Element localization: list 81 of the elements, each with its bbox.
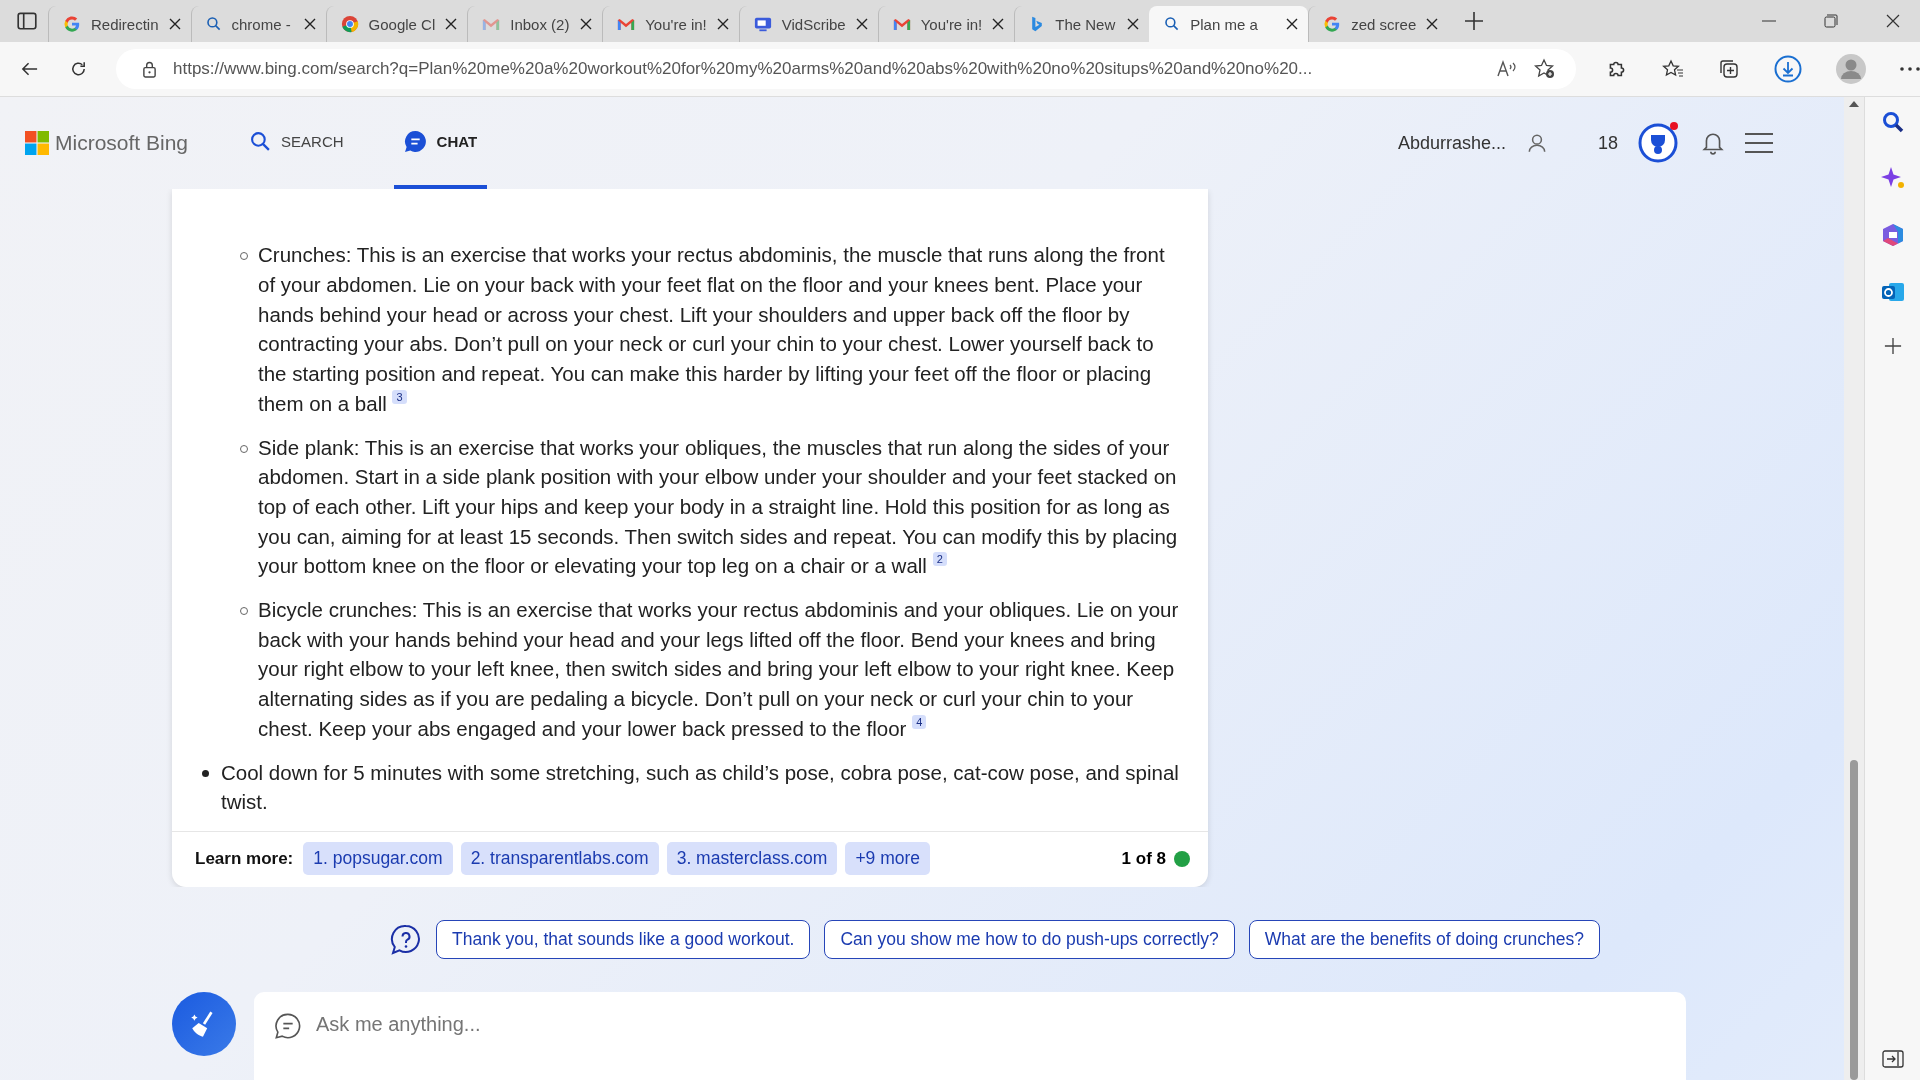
chat-bubble-icon <box>274 1012 302 1040</box>
close-icon[interactable] <box>855 18 868 30</box>
source-link[interactable]: 3. masterclass.com <box>666 842 838 875</box>
tab-title: The New <box>1055 15 1117 33</box>
user-name[interactable]: Abdurrashe... <box>1397 132 1506 154</box>
google-icon <box>1323 15 1342 33</box>
sparkle-icon[interactable] <box>1880 166 1905 190</box>
bing-logo[interactable]: Microsoft Bing <box>25 131 189 155</box>
tab-title: You're in! <box>645 15 707 33</box>
close-icon[interactable] <box>445 18 458 30</box>
browser-tab[interactable]: Plan me a <box>1149 6 1309 42</box>
tab-title: chrome - <box>231 15 292 33</box>
nav-tab[interactable]: SEARCH <box>240 97 354 189</box>
search-icon <box>1164 16 1181 32</box>
exercise-text: Bicycle crunches: This is an exercise that works your rectus abdominis and your obliques. Lie on your back with your hands behind your head and your legs lifted off the floor. Bend your knees and bring your right elbow to your left knee, then switch sides and bring your left elbow to your right knee. Keep alternating sides as if you are pedaling a bicycle. Don’t pull on your neck or curl your chin to your chest. Keep your abs engaged and your lower back pressed to the floor 4 <box>258 597 1180 742</box>
download-icon[interactable] <box>1774 55 1802 83</box>
tab-title: VidScribe <box>781 15 846 33</box>
tab-title: Plan me a <box>1190 15 1259 33</box>
close-icon[interactable] <box>1286 18 1299 30</box>
status-icon <box>1174 850 1190 867</box>
more-icon[interactable] <box>1900 67 1920 71</box>
chat-bubble-icon <box>403 129 427 153</box>
close-icon[interactable] <box>992 18 1005 30</box>
search-icon <box>205 16 222 32</box>
mail-icon <box>892 16 911 32</box>
bell-icon[interactable] <box>1702 131 1724 155</box>
mail-icon <box>482 16 501 32</box>
close-icon[interactable] <box>580 18 593 30</box>
tab-actions-icon[interactable] <box>16 10 38 32</box>
source-link[interactable]: 2. transparentlabs.com <box>460 842 659 875</box>
close-icon[interactable] <box>303 18 316 30</box>
scroll-up-icon[interactable] <box>1849 101 1859 107</box>
lock-icon <box>142 60 157 78</box>
menu-icon[interactable] <box>1744 132 1774 154</box>
close-icon[interactable] <box>1886 14 1900 28</box>
learn-more-label: Learn more: <box>195 848 294 869</box>
bullet-icon <box>202 769 209 777</box>
collections-icon[interactable] <box>1718 58 1740 80</box>
add-icon[interactable] <box>1883 337 1902 355</box>
office-icon[interactable] <box>1880 223 1905 247</box>
search-icon <box>250 130 272 152</box>
suggestion-chip[interactable]: Thank you, that sounds like a good workout. <box>436 920 811 959</box>
google-icon <box>63 15 81 33</box>
citation-link[interactable]: 3 <box>392 389 407 404</box>
tab-title: Google Cl <box>368 15 436 33</box>
source-link[interactable]: 1. popsugar.com <box>303 842 453 875</box>
sidebar-toggle-icon[interactable] <box>1881 1050 1904 1068</box>
search-icon[interactable] <box>1881 111 1904 133</box>
response-counter: 1 of 8 <box>1121 848 1166 869</box>
reward-points[interactable]: 18 <box>1597 132 1618 154</box>
close-icon[interactable] <box>716 18 729 30</box>
tab-title: You're in! <box>920 15 983 33</box>
list-item-text: Cool down for 5 minutes with some stretching, such as child’s pose, cobra pose, cat-cow pose, and spinal twist. <box>221 759 1180 816</box>
chat-input[interactable]: Ask me anything... <box>314 1012 1666 1037</box>
screen-icon <box>753 15 772 33</box>
chrome-icon <box>340 15 359 33</box>
tab-title: zed scree <box>1351 15 1417 33</box>
tab-title: Inbox (2) <box>510 15 571 33</box>
exercise-text: Crunches: This is an exercise that works your rectus abdominis, the muscle that runs along the front of your abdomen. Lie on your back with your feet flat on the floor and your knees bent. Place your hands behind your head or across your chest. Lift your shoulders and upper back off the floor by contracting your abs. Don’t pull on your neck or curl your chin to your chest. Lower yourself back to the starting position and repeat. You can make this harder by lifting your feet off the floor or placing them on a ball 3 <box>258 242 1166 417</box>
suggestion-chip[interactable]: What are the benefits of doing crunches? <box>1248 920 1600 959</box>
close-icon[interactable] <box>168 18 181 30</box>
profile-avatar-icon[interactable] <box>1836 54 1866 84</box>
close-icon[interactable] <box>1127 18 1140 30</box>
tab-title: Redirectin <box>91 15 159 33</box>
suggestion-chip[interactable]: Can you show me how to do push-ups correctly? <box>824 920 1235 959</box>
read-aloud-icon[interactable] <box>1496 59 1518 79</box>
exercise-text: Side plank: This is an exercise that works your obliques, the muscles that run along the sides of your abdomen. Start in a side plank position with your elbow under your shoulder and your feet stacked on top of each other. Lift your hips and keep your body in a straight line. Hold this position for as long as you can, aiming for at least 15 seconds. Then switch sides and repeat. You can modify this by placing your bottom knee on the floor or elevating your top leg on a chair or a wall 2 <box>258 434 1179 580</box>
close-icon[interactable] <box>1426 18 1439 30</box>
new-tab-icon[interactable] <box>1464 11 1485 31</box>
favorites-icon[interactable] <box>1662 59 1684 79</box>
mail-icon <box>617 16 636 32</box>
url-text: https://www.bing.com/search?q=Plan%20me%20a%20workout%20for%20my%20arms%20and%20abs%20with%20no%20situps%20and%20no%20... <box>173 59 1314 79</box>
source-link[interactable]: +9 more <box>845 842 931 875</box>
citation-link[interactable]: 2 <box>932 552 947 567</box>
citation-link[interactable]: 4 <box>912 714 927 729</box>
add-favorite-icon[interactable] <box>1534 58 1556 80</box>
restore-icon[interactable] <box>1824 14 1838 28</box>
address-field[interactable]: https://www.bing.com/search?q=Plan%20me%20a%20workout%20for%20my%20arms%20and%20abs%20with%20no%20situps%20and%20no%20... <box>116 49 1576 89</box>
help-icon <box>390 923 422 956</box>
scrollbar-thumb[interactable] <box>1850 760 1858 1080</box>
outlook-icon[interactable] <box>1880 280 1905 304</box>
